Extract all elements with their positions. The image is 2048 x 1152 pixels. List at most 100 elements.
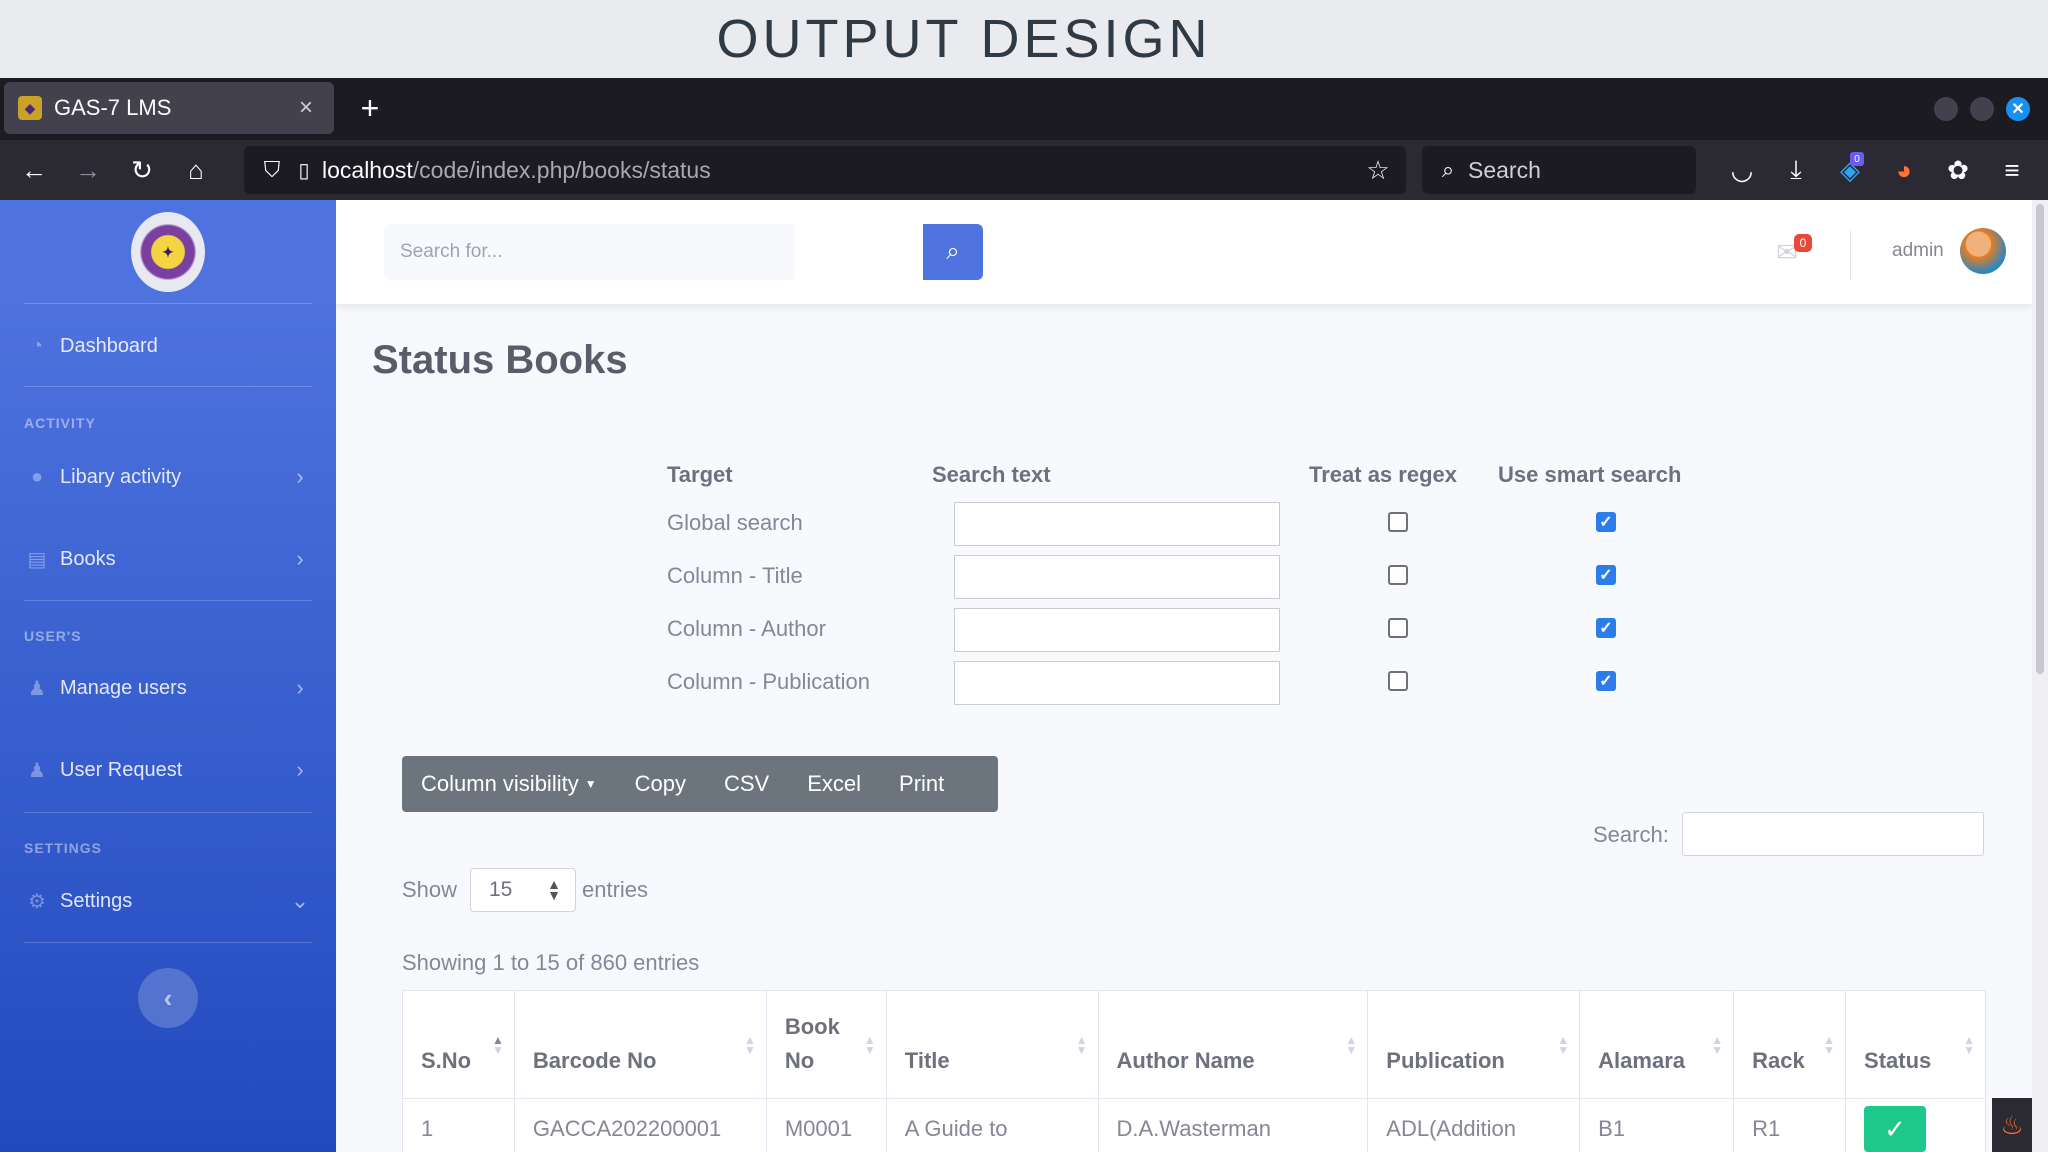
browser-search-bar[interactable]: ⌕ Search bbox=[1422, 146, 1696, 194]
topbar-search-input[interactable]: Search for... bbox=[384, 224, 794, 280]
show-label: Show bbox=[402, 877, 458, 902]
forward-icon[interactable]: → bbox=[70, 152, 106, 188]
flame-icon[interactable]: ♨ bbox=[1992, 1098, 2032, 1152]
label-column-author: Column - Author bbox=[667, 616, 826, 641]
table-search-input[interactable] bbox=[1682, 812, 1984, 856]
fox-extension-icon[interactable]: ◕ bbox=[1886, 152, 1922, 188]
column-header-status[interactable]: Status ▲ ▼ bbox=[1845, 990, 1986, 1099]
header-target: Target bbox=[667, 462, 733, 487]
sidebar-divider bbox=[24, 303, 312, 304]
chevron-right-icon: › bbox=[296, 757, 304, 782]
page-scrollbar-thumb[interactable] bbox=[2036, 204, 2044, 674]
cookie-icon[interactable]: ✿ bbox=[1940, 152, 1976, 188]
books-table: S.No ▲ ▼ Barcode No ▲ ▼ Book No ▲ ▼ Title ▲ ▼ Au… bbox=[402, 990, 1986, 1152]
sort-icon: ▲ ▼ bbox=[492, 1033, 504, 1057]
url-bar[interactable]: ⛉ ▯ localhost/code/index.php/books/statu… bbox=[244, 146, 1406, 194]
page-length-select[interactable]: 15 ▲ ▼ bbox=[470, 868, 576, 912]
entries-label: entries bbox=[582, 877, 649, 902]
new-tab-button[interactable]: + bbox=[352, 90, 388, 126]
topbar-divider bbox=[1850, 230, 1851, 280]
browser-tab[interactable]: ◆ GAS-7 LMS × bbox=[4, 82, 334, 134]
sidebar-divider bbox=[24, 942, 312, 943]
author-regex-checkbox[interactable] bbox=[1388, 618, 1408, 638]
home-icon[interactable]: ⌂ bbox=[178, 152, 214, 188]
print-button[interactable]: Print bbox=[880, 756, 963, 812]
title-regex-checkbox[interactable] bbox=[1388, 565, 1408, 585]
topbar-search-placeholder: Search for... bbox=[400, 241, 503, 262]
global-regex-checkbox[interactable] bbox=[1388, 512, 1408, 532]
back-icon[interactable]: ← bbox=[16, 152, 52, 188]
cell-publication: ADL(Addition bbox=[1367, 1098, 1581, 1152]
page-length-value: 15 bbox=[489, 878, 513, 901]
download-icon[interactable]: ⤓ bbox=[1778, 152, 1814, 188]
main-content: Search for... ⌕ ✉ 0 admin Status Books T… bbox=[336, 200, 2048, 1152]
book-icon: ▤ bbox=[27, 548, 47, 571]
chevron-right-icon: › bbox=[296, 546, 304, 571]
column-header-rack[interactable]: Rack ▲ ▼ bbox=[1733, 990, 1847, 1099]
sidebar-item-user-request[interactable]: ♟ User Request › bbox=[24, 750, 312, 790]
column-header-book-no[interactable]: Book No ▲ ▼ bbox=[765, 990, 887, 1099]
table-search-label: Search: bbox=[1593, 822, 1669, 847]
user-name[interactable]: admin bbox=[1892, 240, 1944, 262]
header-search-text: Search text bbox=[932, 462, 1051, 487]
select-arrows-icon: ▲ ▼ bbox=[547, 876, 561, 903]
publication-regex-checkbox[interactable] bbox=[1388, 671, 1408, 691]
sidebar-item-settings[interactable]: ⚙ Settings ⌄ bbox=[24, 881, 312, 921]
avatar[interactable] bbox=[1960, 228, 2006, 274]
search-icon: ⌕ bbox=[946, 238, 960, 265]
sort-icon: ▲ ▼ bbox=[1823, 1033, 1836, 1057]
sidebar-item-library-activity[interactable]: ● Libary activity › bbox=[24, 457, 312, 497]
global-search-input[interactable] bbox=[954, 502, 1280, 546]
column-header-publication[interactable]: Publication ▲ ▼ bbox=[1367, 990, 1581, 1099]
sidebar-item-label: Manage users bbox=[60, 676, 187, 699]
column-publication-input[interactable] bbox=[954, 661, 1280, 705]
browser-tab-bar: ◆ GAS-7 LMS × + ✕ bbox=[0, 78, 2048, 140]
csv-button[interactable]: CSV bbox=[705, 756, 788, 812]
window-close-button[interactable]: ✕ bbox=[2006, 97, 2030, 121]
label-column-title: Column - Title bbox=[667, 563, 803, 588]
bookmark-star-icon[interactable]: ☆ bbox=[1362, 154, 1394, 186]
global-smart-checkbox[interactable]: ✓ bbox=[1596, 512, 1616, 532]
sort-icon: ▲ ▼ bbox=[1075, 1033, 1088, 1057]
menu-icon[interactable]: ≡ bbox=[1994, 152, 2030, 188]
info-icon: ● bbox=[30, 465, 44, 488]
column-visibility-button[interactable]: Column visibility ▼ bbox=[402, 756, 616, 812]
author-smart-checkbox[interactable]: ✓ bbox=[1596, 618, 1616, 638]
banner-title: OUTPUT DESIGN bbox=[716, 9, 1212, 69]
cell-barcode: GACCA202200001 bbox=[513, 1098, 767, 1152]
excel-button[interactable]: Excel bbox=[788, 756, 880, 812]
column-header-barcode[interactable]: Barcode No ▲ ▼ bbox=[513, 990, 767, 1099]
pocket-icon[interactable]: ◡ bbox=[1724, 152, 1760, 188]
sidebar-item-books[interactable]: ▤ Books › bbox=[24, 539, 312, 579]
publication-smart-checkbox[interactable]: ✓ bbox=[1596, 671, 1616, 691]
brand-logo[interactable]: ✦ bbox=[131, 212, 205, 292]
sidebar-item-dashboard[interactable]: ◔ Dashboard bbox=[24, 326, 312, 366]
column-title-input[interactable] bbox=[954, 555, 1280, 599]
column-header-title[interactable]: Title ▲ ▼ bbox=[885, 990, 1099, 1099]
header-treat-as-regex: Treat as regex bbox=[1309, 462, 1457, 487]
cell-status: ✓ bbox=[1845, 1098, 1986, 1152]
column-header-sno[interactable]: S.No ▲ ▼ bbox=[402, 990, 515, 1099]
reload-icon[interactable]: ↻ bbox=[124, 152, 160, 188]
cell-sno: 1 bbox=[402, 1098, 515, 1152]
sort-icon: ▲ ▼ bbox=[1557, 1033, 1570, 1057]
status-available-button[interactable]: ✓ bbox=[1864, 1105, 1927, 1152]
topbar: Search for... ⌕ ✉ 0 admin bbox=[336, 200, 2032, 304]
column-header-alamara[interactable]: Alamara ▲ ▼ bbox=[1579, 990, 1735, 1099]
window-minimize-button[interactable] bbox=[1934, 97, 1958, 121]
caret-down-icon: ▼ bbox=[584, 777, 597, 791]
sidebar-item-label: User Request bbox=[60, 758, 183, 781]
topbar-search-button[interactable]: ⌕ bbox=[923, 224, 983, 280]
title-smart-checkbox[interactable]: ✓ bbox=[1596, 565, 1616, 585]
browser-nav-bar: ← → ↻ ⌂ ⛉ ▯ localhost/code/index.php/boo… bbox=[0, 140, 2048, 200]
shield-icon[interactable]: ⛉ bbox=[258, 156, 286, 184]
window-maximize-button[interactable] bbox=[1970, 97, 1994, 121]
column-header-author[interactable]: Author Name ▲ ▼ bbox=[1097, 990, 1369, 1099]
tab-close-icon[interactable]: × bbox=[292, 94, 320, 122]
user-icon: ♟ bbox=[28, 759, 46, 782]
column-author-input[interactable] bbox=[954, 608, 1280, 652]
copy-button[interactable]: Copy bbox=[616, 756, 705, 812]
sidebar-toggle-button[interactable]: ‹ bbox=[138, 968, 198, 1028]
sort-icon: ▲ ▼ bbox=[863, 1033, 876, 1057]
sidebar-item-manage-users[interactable]: ♟ Manage users › bbox=[24, 668, 312, 708]
